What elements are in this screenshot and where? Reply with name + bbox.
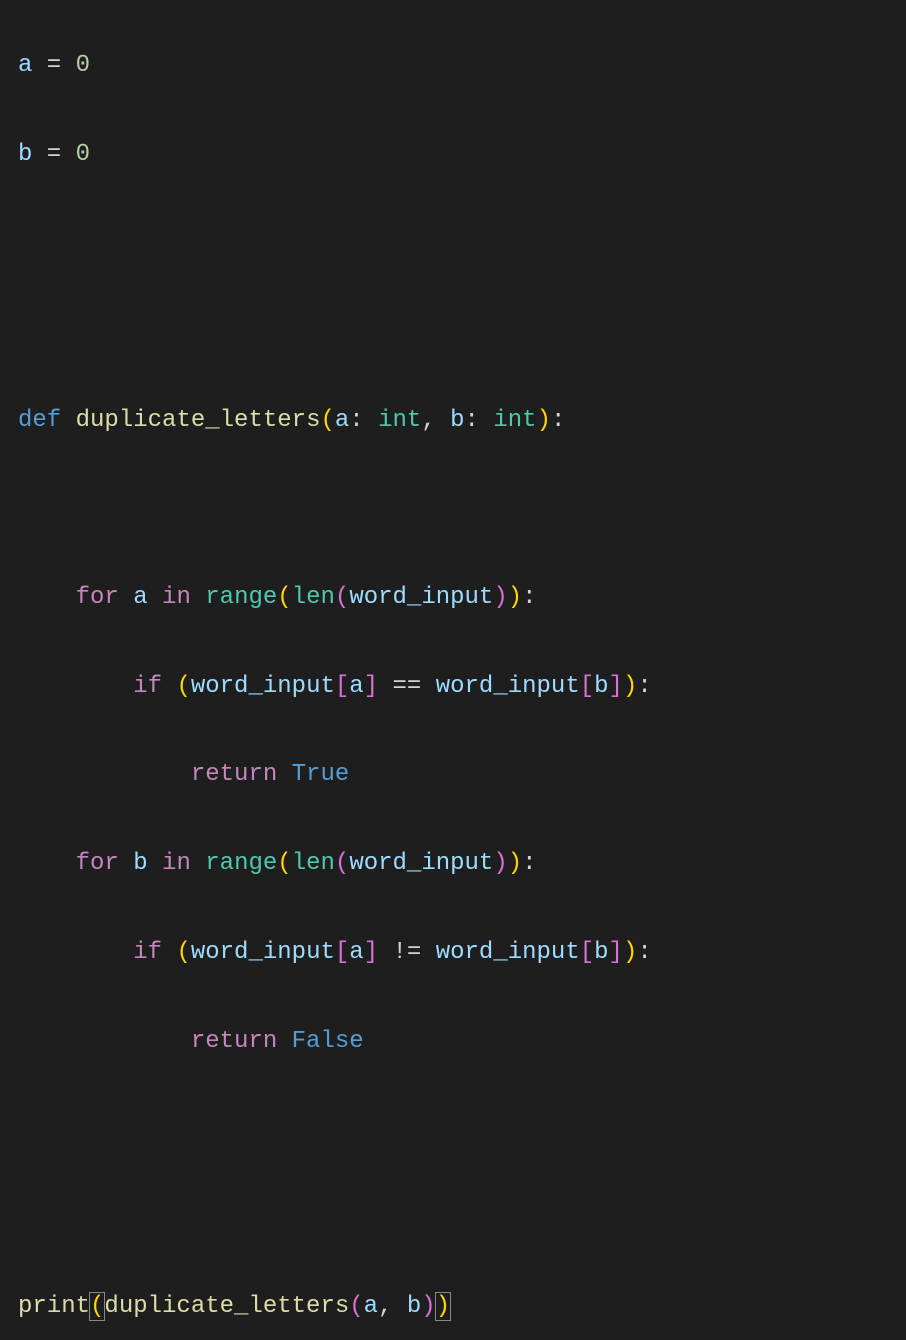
- code-line-10[interactable]: for b in range(len(word_input)):: [18, 842, 888, 886]
- code-line-6[interactable]: [18, 488, 888, 532]
- builtin-range: range: [205, 584, 277, 611]
- variable-a: a: [349, 673, 363, 700]
- operator-equals: ==: [378, 673, 436, 700]
- variable-a: a: [18, 52, 32, 79]
- function-call: duplicate_letters: [104, 1293, 349, 1320]
- number-literal: 0: [76, 52, 90, 79]
- variable-b: b: [594, 673, 608, 700]
- operator-assign: =: [32, 52, 75, 79]
- bracket-open: [: [580, 673, 594, 700]
- builtin-len: len: [292, 584, 335, 611]
- bracket-close: ]: [364, 673, 378, 700]
- paren-open: (: [335, 850, 349, 877]
- variable-word-input: word_input: [349, 850, 493, 877]
- bracket-close: ]: [364, 939, 378, 966]
- number-literal: 0: [76, 141, 90, 168]
- code-line-9[interactable]: return True: [18, 753, 888, 797]
- paren-open: (: [335, 584, 349, 611]
- code-editor[interactable]: a = 0 b = 0 def duplicate_letters(a: int…: [18, 0, 888, 1340]
- paren-open: (: [277, 850, 291, 877]
- variable-a: a: [364, 1293, 378, 1320]
- code-line-11[interactable]: if (word_input[a] != word_input[b]):: [18, 931, 888, 975]
- bracket-close: ]: [609, 673, 623, 700]
- keyword-if: if: [133, 673, 162, 700]
- variable-b: b: [594, 939, 608, 966]
- code-line-4[interactable]: [18, 310, 888, 354]
- paren-close: ): [493, 850, 507, 877]
- operator-assign: =: [32, 141, 75, 168]
- paren-open: (: [320, 407, 334, 434]
- param-a: a: [335, 407, 349, 434]
- code-line-2[interactable]: b = 0: [18, 133, 888, 177]
- builtin-print: print: [18, 1293, 90, 1320]
- paren-close: ): [623, 939, 637, 966]
- paren-close-matched: ): [435, 1292, 451, 1321]
- code-line-14[interactable]: [18, 1197, 888, 1241]
- function-name: duplicate_letters: [76, 407, 321, 434]
- variable-word-input: word_input: [436, 939, 580, 966]
- operator-not-equals: !=: [378, 939, 436, 966]
- param-b: b: [450, 407, 464, 434]
- code-line-3[interactable]: [18, 222, 888, 266]
- code-line-7[interactable]: for a in range(len(word_input)):: [18, 576, 888, 620]
- bracket-open: [: [335, 939, 349, 966]
- variable-b: b: [407, 1293, 421, 1320]
- code-line-1[interactable]: a = 0: [18, 44, 888, 88]
- constant-false: False: [292, 1028, 364, 1055]
- keyword-in: in: [162, 584, 191, 611]
- bracket-open: [: [335, 673, 349, 700]
- variable-word-input: word_input: [349, 584, 493, 611]
- paren-open-matched: (: [89, 1292, 105, 1321]
- paren-open: (: [176, 673, 190, 700]
- code-line-8[interactable]: if (word_input[a] == word_input[b]):: [18, 665, 888, 709]
- builtin-len: len: [292, 850, 335, 877]
- keyword-return: return: [191, 761, 277, 788]
- variable-a: a: [133, 584, 147, 611]
- variable-word-input: word_input: [191, 673, 335, 700]
- paren-open: (: [349, 1293, 363, 1320]
- variable-a: a: [349, 939, 363, 966]
- keyword-for: for: [76, 850, 119, 877]
- variable-b: b: [18, 141, 32, 168]
- paren-close: ): [537, 407, 551, 434]
- type-int: int: [378, 407, 421, 434]
- variable-b: b: [133, 850, 147, 877]
- type-int: int: [493, 407, 536, 434]
- variable-word-input: word_input: [436, 673, 580, 700]
- code-line-5[interactable]: def duplicate_letters(a: int, b: int):: [18, 399, 888, 443]
- code-line-15[interactable]: print(duplicate_letters(a, b)): [18, 1285, 888, 1329]
- keyword-in: in: [162, 850, 191, 877]
- paren-close: ): [623, 673, 637, 700]
- paren-open: (: [277, 584, 291, 611]
- paren-close: ): [493, 584, 507, 611]
- constant-true: True: [292, 761, 350, 788]
- paren-close: ): [508, 584, 522, 611]
- keyword-for: for: [76, 584, 119, 611]
- builtin-range: range: [205, 850, 277, 877]
- bracket-open: [: [580, 939, 594, 966]
- bracket-close: ]: [609, 939, 623, 966]
- variable-word-input: word_input: [191, 939, 335, 966]
- paren-close: ): [508, 850, 522, 877]
- keyword-if: if: [133, 939, 162, 966]
- paren-open: (: [176, 939, 190, 966]
- keyword-return: return: [191, 1028, 277, 1055]
- code-line-12[interactable]: return False: [18, 1020, 888, 1064]
- keyword-def: def: [18, 407, 61, 434]
- code-line-13[interactable]: [18, 1109, 888, 1153]
- paren-close: ): [421, 1293, 435, 1320]
